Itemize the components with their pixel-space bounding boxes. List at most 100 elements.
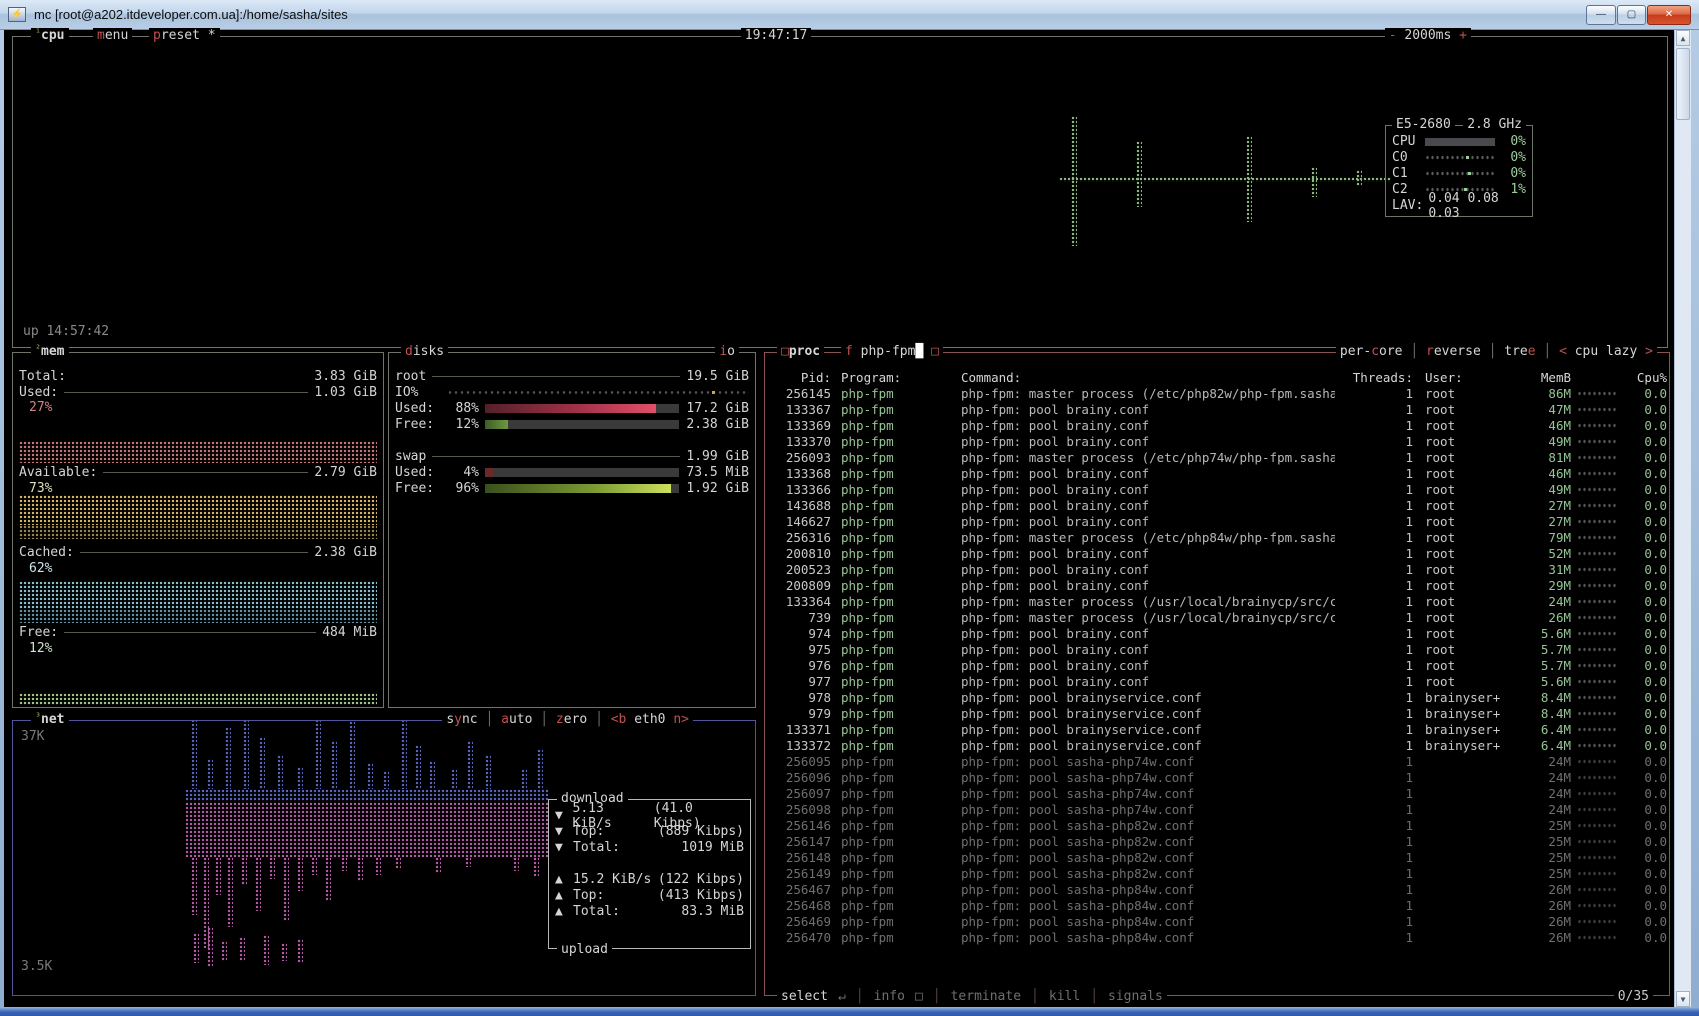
process-row[interactable]: 739 php-fpm php-fpm: master process (/us… — [767, 609, 1667, 625]
clear-filter-button[interactable]: □ — [931, 344, 939, 359]
window-titlebar[interactable]: ⚡ mc [root@a202.itdeveloper.com.ua]:/hom… — [0, 0, 1699, 30]
select-action[interactable]: select — [781, 989, 828, 1004]
proc-options: per-core │ reverse │ tree │ < cpu lazy > — [1336, 344, 1657, 359]
graph-dots — [225, 727, 231, 789]
app-window: ⚡ mc [root@a202.itdeveloper.com.ua]:/hom… — [0, 0, 1699, 1016]
process-row[interactable]: 133372 php-fpm php-fpm: pool brainyservi… — [767, 737, 1667, 753]
sort-selector[interactable]: < cpu lazy > — [1559, 344, 1653, 359]
mem-history-sparkline — [1577, 406, 1617, 413]
io-activity-dot — [712, 391, 715, 394]
process-row[interactable]: 256467 php-fpm php-fpm: pool sasha-php84… — [767, 881, 1667, 897]
process-row[interactable]: 256469 php-fpm php-fpm: pool sasha-php84… — [767, 913, 1667, 929]
mem-free-percent: 12% — [29, 641, 52, 656]
process-row[interactable]: 256093 php-fpm php-fpm: master process (… — [767, 449, 1667, 465]
scroll-up-arrow-icon[interactable]: ▲ — [1676, 30, 1690, 46]
graph-dots — [349, 721, 355, 789]
process-table: Pid: Program: Command: Threads: User: Me… — [767, 369, 1667, 945]
process-row[interactable]: 133369 php-fpm php-fpm: pool brainy.conf… — [767, 417, 1667, 433]
terminate-action[interactable]: terminate — [951, 989, 1021, 1004]
disk-swap-row: swap1.99 GiB — [395, 449, 749, 464]
upload-top-row: ▲ Top:(413 Kibps) — [555, 888, 744, 903]
process-row[interactable]: 976 php-fpm php-fpm: pool brainy.conf 1 … — [767, 657, 1667, 673]
process-row[interactable]: 200809 php-fpm php-fpm: pool brainy.conf… — [767, 577, 1667, 593]
uptime-label: up 14:57:42 — [23, 324, 109, 339]
net-info-box: download ▼ 5.13 KiB/s(41.0 Kibps) ▼ Top:… — [548, 799, 751, 949]
process-table-body: 256145 php-fpm php-fpm: master process (… — [767, 385, 1667, 945]
scroll-down-arrow-icon[interactable]: ▼ — [1676, 991, 1690, 1007]
mem-history-sparkline — [1577, 774, 1617, 781]
cpu-frequency: 2.8 GHz — [1463, 117, 1526, 132]
process-row[interactable]: 143688 php-fpm php-fpm: pool brainy.conf… — [767, 497, 1667, 513]
graph-dots — [207, 927, 213, 967]
mem-available-row: Available:2.79 GiB — [19, 465, 377, 480]
process-row[interactable]: 256145 php-fpm php-fpm: master process (… — [767, 385, 1667, 401]
tab-mem[interactable]: ²mem — [31, 344, 69, 359]
process-row[interactable]: 256146 php-fpm php-fpm: pool sasha-php82… — [767, 817, 1667, 833]
mem-history-sparkline — [1577, 534, 1617, 541]
per-core-toggle[interactable]: per-core — [1340, 344, 1403, 359]
process-filter[interactable]: f php-fpm█ □ — [841, 344, 943, 359]
process-row[interactable]: 256148 php-fpm php-fpm: pool sasha-php82… — [767, 849, 1667, 865]
mem-history-sparkline — [1577, 790, 1617, 797]
selection-count: 0/35 — [1614, 989, 1653, 1004]
cpu-info-box: E5-2680 2.8 GHz CPU 0% C0 0% C1 — [1385, 125, 1533, 217]
process-row[interactable]: 975 php-fpm php-fpm: pool brainy.conf 1 … — [767, 641, 1667, 657]
maximize-button[interactable]: ▢ — [1617, 5, 1646, 25]
io-toggle[interactable]: io — [715, 344, 739, 359]
process-row[interactable]: 133364 php-fpm php-fpm: master process (… — [767, 593, 1667, 609]
graph-dots — [1059, 177, 1391, 182]
graph-dots — [207, 759, 213, 789]
graph-dots — [215, 857, 221, 895]
graph-dots — [263, 935, 269, 965]
graph-dots — [1311, 167, 1317, 197]
signals-action[interactable]: signals — [1108, 989, 1163, 1004]
graph-dots — [1136, 141, 1142, 207]
tab-proc[interactable]: □proc — [777, 344, 824, 359]
process-row[interactable]: 256468 php-fpm php-fpm: pool sasha-php84… — [767, 897, 1667, 913]
vertical-scrollbar[interactable]: ▲ ▼ — [1674, 30, 1691, 1007]
mem-history-sparkline — [1577, 422, 1617, 429]
process-row[interactable]: 974 php-fpm php-fpm: pool brainy.conf 1 … — [767, 625, 1667, 641]
filter-cursor: █ — [915, 344, 923, 359]
process-row[interactable]: 146627 php-fpm php-fpm: pool brainy.conf… — [767, 513, 1667, 529]
minimize-button[interactable]: — — [1586, 5, 1616, 25]
graph-dots — [297, 767, 303, 789]
close-button[interactable]: ✕ — [1647, 5, 1691, 25]
process-row[interactable]: 256098 php-fpm php-fpm: pool sasha-php74… — [767, 801, 1667, 817]
process-row[interactable]: 256149 php-fpm php-fpm: pool sasha-php82… — [767, 865, 1667, 881]
process-row[interactable]: 133367 php-fpm php-fpm: pool brainy.conf… — [767, 401, 1667, 417]
process-row[interactable]: 256147 php-fpm php-fpm: pool sasha-php82… — [767, 833, 1667, 849]
process-row[interactable]: 256096 php-fpm php-fpm: pool sasha-php74… — [767, 769, 1667, 785]
kill-action[interactable]: kill — [1049, 989, 1080, 1004]
mem-available-graph-dim — [19, 525, 377, 539]
process-row[interactable]: 133370 php-fpm php-fpm: pool brainy.conf… — [767, 433, 1667, 449]
mem-history-sparkline — [1577, 662, 1617, 669]
process-row[interactable]: 200523 php-fpm php-fpm: pool brainy.conf… — [767, 561, 1667, 577]
graph-dots — [185, 802, 549, 857]
mem-history-sparkline — [1577, 822, 1617, 829]
graph-dots — [537, 749, 543, 789]
process-row[interactable]: 256316 php-fpm php-fpm: master process (… — [767, 529, 1667, 545]
mem-history-sparkline — [1577, 710, 1617, 717]
disk-root-row: root19.5 GiB — [395, 369, 749, 384]
process-row[interactable]: 133368 php-fpm php-fpm: pool brainy.conf… — [767, 465, 1667, 481]
graph-dots — [467, 741, 473, 789]
mem-history-sparkline — [1577, 934, 1617, 941]
process-row[interactable]: 256470 php-fpm php-fpm: pool sasha-php84… — [767, 929, 1667, 945]
disk-swap-free-row: Free:96% 1.92 GiB — [395, 481, 749, 496]
process-row[interactable]: 133371 php-fpm php-fpm: pool brainyservi… — [767, 721, 1667, 737]
process-row[interactable]: 977 php-fpm php-fpm: pool brainy.conf 1 … — [767, 673, 1667, 689]
mem-history-sparkline — [1577, 518, 1617, 525]
scrollbar-thumb[interactable] — [1676, 48, 1690, 120]
info-action[interactable]: info — [874, 989, 905, 1004]
process-row[interactable]: 256097 php-fpm php-fpm: pool sasha-php74… — [767, 785, 1667, 801]
process-row[interactable]: 200810 php-fpm php-fpm: pool brainy.conf… — [767, 545, 1667, 561]
process-row[interactable]: 133366 php-fpm php-fpm: pool brainy.conf… — [767, 481, 1667, 497]
process-row[interactable]: 978 php-fpm php-fpm: pool brainyservice.… — [767, 689, 1667, 705]
mem-total-row: Total:3.83 GiB — [19, 369, 377, 384]
process-row[interactable]: 256095 php-fpm php-fpm: pool sasha-php74… — [767, 753, 1667, 769]
tree-toggle[interactable]: tree — [1504, 344, 1535, 359]
process-row[interactable]: 979 php-fpm php-fpm: pool brainyservice.… — [767, 705, 1667, 721]
reverse-toggle[interactable]: reverse — [1426, 344, 1481, 359]
cpu-panel: ¹cpu menu preset * 19:47:17 - 2000ms + E… — [12, 36, 1668, 348]
